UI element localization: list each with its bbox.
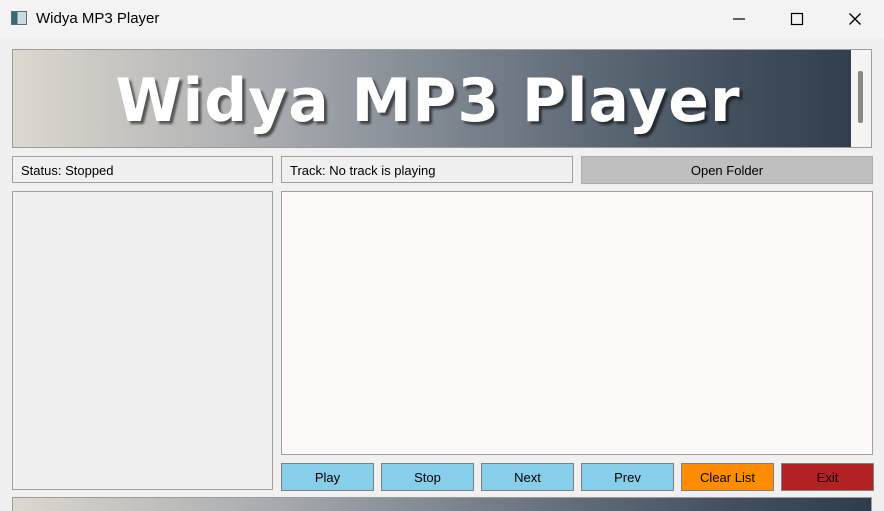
banner-scrollbar[interactable] [851,50,871,147]
playlist-box[interactable] [281,191,873,455]
clear-list-button[interactable]: Clear List [681,463,774,491]
bottom-banner-strip [12,497,872,511]
banner-title: Widya MP3 Player [115,66,741,136]
maximize-button[interactable] [768,0,826,38]
banner: Widya MP3 Player [12,49,872,148]
minimize-icon [733,18,745,20]
minimize-button[interactable] [710,0,768,38]
status-label: Status: Stopped [12,156,273,183]
prev-button[interactable]: Prev [581,463,674,491]
left-panel [12,191,273,490]
maximize-icon [790,12,804,26]
next-button[interactable]: Next [481,463,574,491]
play-button[interactable]: Play [281,463,374,491]
stop-button[interactable]: Stop [381,463,474,491]
track-label: Track: No track is playing [281,156,573,183]
close-icon [849,13,861,25]
title-bar: Widya MP3 Player [0,0,884,38]
exit-button[interactable]: Exit [781,463,874,491]
app-icon [11,11,27,25]
banner-scrollbar-thumb[interactable] [858,71,863,123]
open-folder-button[interactable]: Open Folder [581,156,873,184]
window-title: Widya MP3 Player [36,10,160,27]
close-button[interactable] [826,0,884,38]
